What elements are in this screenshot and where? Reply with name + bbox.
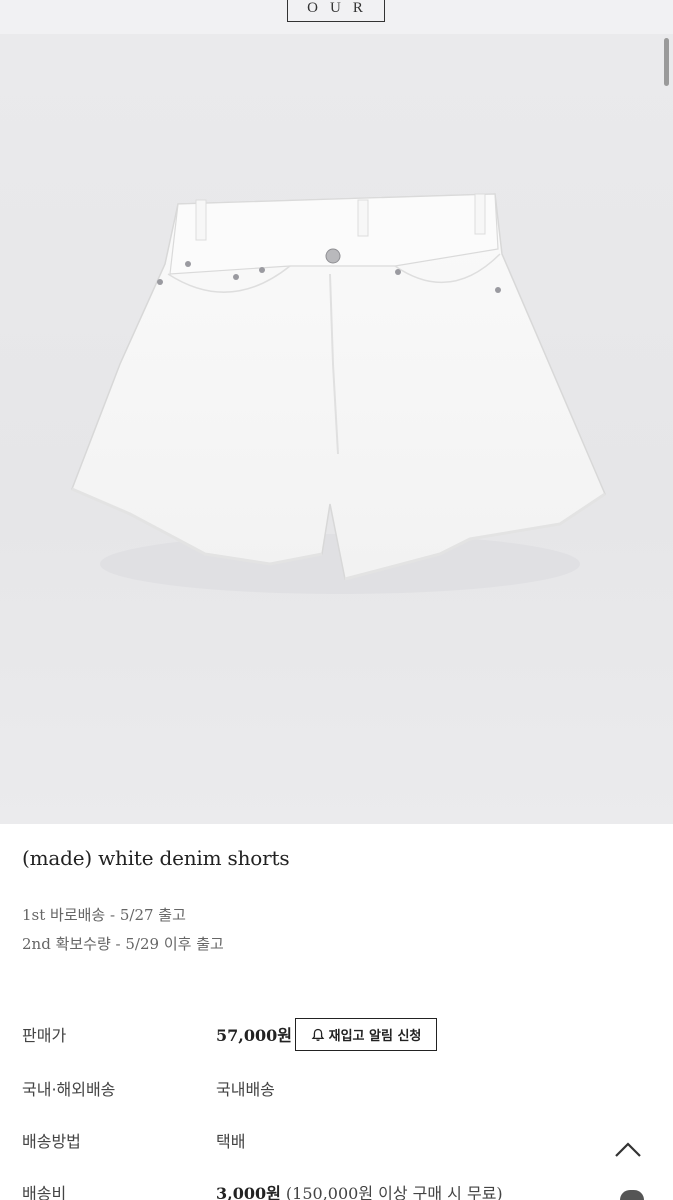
shipping-fee-label: 배송비 (22, 1184, 67, 1200)
shipping-fee: 3,000원 (150,000원 이상 구매 시 무료) (216, 1180, 503, 1200)
chevron-up-icon[interactable] (612, 1138, 644, 1162)
shipping-note-second: 2nd 확보수량 - 5/29 이후 출고 (22, 935, 224, 953)
product-title: (made) white denim shorts (22, 846, 290, 870)
white-denim-shorts-photo (71, 193, 606, 594)
brand-logo[interactable]: OUR (287, 0, 385, 22)
product-image (0, 34, 673, 824)
floating-button-edge[interactable] (620, 1190, 644, 1200)
scrollbar[interactable] (664, 38, 669, 86)
shipping-method-label: 배송방법 (22, 1132, 81, 1151)
shipping-type-label: 국내·해외배송 (22, 1080, 116, 1099)
shipping-type-value: 국내배송 (216, 1080, 275, 1099)
bell-icon (311, 1028, 324, 1041)
restock-button-label: 재입고 알림 신청 (328, 1029, 422, 1044)
shipping-fee-note: (150,000원 이상 구매 시 무료) (285, 1184, 503, 1200)
price-value: 57,000원 (216, 1026, 292, 1045)
restock-alert-button[interactable]: 재입고 알림 신청 (295, 1018, 437, 1051)
shipping-fee-value: 3,000원 (216, 1184, 281, 1200)
price-label: 판매가 (22, 1026, 67, 1045)
header-bar: OUR (0, 0, 673, 34)
shipping-note-first: 1st 바로배송 - 5/27 출고 (22, 906, 186, 924)
shipping-method-value: 택배 (216, 1132, 246, 1151)
